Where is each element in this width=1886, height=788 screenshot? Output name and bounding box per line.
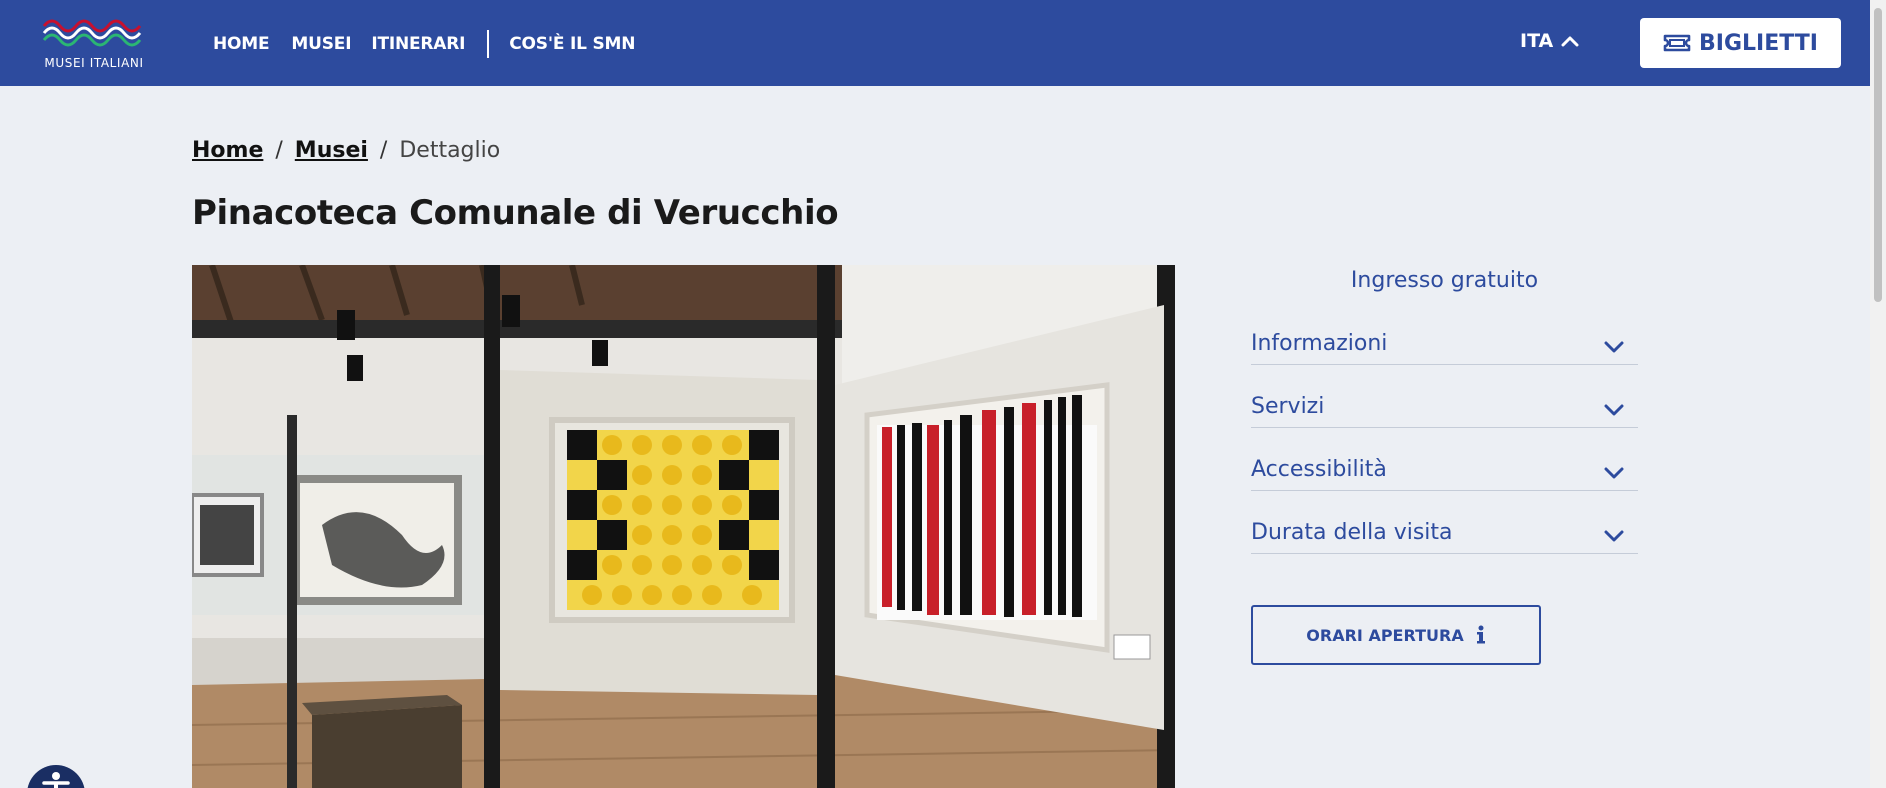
accordion-durata-visita[interactable]: Durata della visita bbox=[1251, 491, 1638, 554]
accordion-servizi[interactable]: Servizi bbox=[1251, 365, 1638, 428]
main-nav: HOME MUSEI ITINERARI COS'È IL SMN bbox=[213, 30, 635, 58]
nav-divider bbox=[487, 30, 490, 58]
chevron-up-icon bbox=[1561, 36, 1579, 47]
site-logo[interactable]: MUSEI ITALIANI bbox=[38, 14, 150, 74]
nav-cose-smn[interactable]: COS'È IL SMN bbox=[509, 34, 635, 54]
opening-hours-button[interactable]: ORARI APERTURA bbox=[1251, 605, 1541, 665]
accordion-label: Accessibilità bbox=[1251, 457, 1387, 482]
breadcrumb-current: Dettaglio bbox=[399, 138, 501, 163]
breadcrumb-separator: / bbox=[275, 138, 283, 163]
accordion-label: Informazioni bbox=[1251, 331, 1388, 356]
nav-home[interactable]: HOME bbox=[213, 34, 270, 54]
nav-musei[interactable]: MUSEI bbox=[291, 34, 351, 54]
chevron-down-icon bbox=[1604, 404, 1624, 416]
ticket-icon bbox=[1663, 34, 1691, 52]
page-title: Pinacoteca Comunale di Verucchio bbox=[192, 193, 839, 233]
accordion-label: Durata della visita bbox=[1251, 520, 1453, 545]
accordion-accessibilita[interactable]: Accessibilità bbox=[1251, 428, 1638, 491]
chevron-down-icon bbox=[1604, 341, 1624, 353]
scrollbar-thumb[interactable] bbox=[1874, 8, 1882, 302]
accordion-informazioni[interactable]: Informazioni bbox=[1251, 302, 1638, 365]
chevron-down-icon bbox=[1604, 467, 1624, 479]
tickets-label: BIGLIETTI bbox=[1699, 30, 1818, 56]
gallery-photo bbox=[192, 265, 1175, 788]
accessibility-widget-button[interactable] bbox=[27, 765, 85, 788]
language-label: ITA bbox=[1520, 30, 1554, 52]
breadcrumb-musei[interactable]: Musei bbox=[295, 138, 368, 163]
logo-waves-icon bbox=[42, 19, 142, 47]
info-icon bbox=[1476, 625, 1485, 644]
nav-itinerari[interactable]: ITINERARI bbox=[371, 34, 465, 54]
accordion-label: Servizi bbox=[1251, 394, 1325, 419]
breadcrumb-home[interactable]: Home bbox=[192, 138, 263, 163]
museum-info-panel: Ingresso gratuito Informazioni Servizi A… bbox=[1251, 268, 1638, 554]
breadcrumb: Home / Musei / Dettaglio bbox=[192, 138, 500, 163]
language-selector[interactable]: ITA bbox=[1520, 30, 1579, 52]
breadcrumb-separator: / bbox=[379, 138, 388, 163]
chevron-down-icon bbox=[1604, 530, 1624, 542]
accessibility-icon bbox=[42, 772, 70, 788]
top-navigation-bar: MUSEI ITALIANI HOME MUSEI ITINERARI COS'… bbox=[0, 0, 1870, 86]
entry-fee-label: Ingresso gratuito bbox=[1350, 268, 1539, 293]
logo-text: MUSEI ITALIANI bbox=[44, 56, 144, 70]
tickets-button[interactable]: BIGLIETTI bbox=[1640, 18, 1841, 68]
opening-hours-label: ORARI APERTURA bbox=[1306, 625, 1464, 645]
museum-hero-image bbox=[192, 265, 1175, 788]
